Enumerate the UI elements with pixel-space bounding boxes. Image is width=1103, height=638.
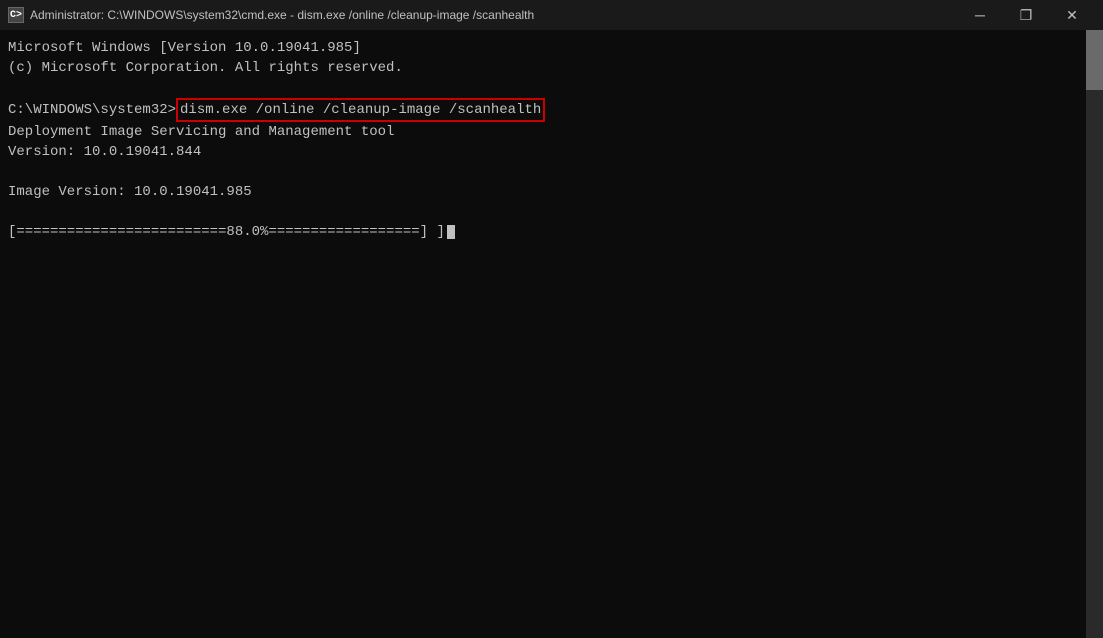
title-bar: C> Administrator: C:\WINDOWS\system32\cm… [0, 0, 1103, 30]
scrollbar[interactable] [1086, 30, 1103, 638]
progress-text: [=========================88.0%=========… [8, 222, 436, 242]
image-version-line: Image Version: 10.0.19041.985 [8, 182, 1079, 202]
copyright-line: (c) Microsoft Corporation. All rights re… [8, 58, 1079, 78]
empty-line-2 [8, 162, 1079, 182]
console-content: Microsoft Windows [Version 10.0.19041.98… [4, 34, 1099, 246]
minimize-button[interactable]: ─ [957, 0, 1003, 30]
progress-line: [=========================88.0%=========… [8, 222, 1079, 242]
empty-line-3 [8, 202, 1079, 222]
command-line: C:\WINDOWS\system32>dism.exe /online /cl… [8, 98, 1079, 122]
version-line: Version: 10.0.19041.844 [8, 142, 1079, 162]
cmd-window: C> Administrator: C:\WINDOWS\system32\cm… [0, 0, 1103, 638]
window-title: Administrator: C:\WINDOWS\system32\cmd.e… [30, 8, 957, 22]
scrollbar-thumb[interactable] [1086, 30, 1103, 90]
console-area[interactable]: Microsoft Windows [Version 10.0.19041.98… [0, 30, 1103, 638]
prompt-text: C:\WINDOWS\system32> [8, 100, 176, 120]
progress-bracket: ] [436, 222, 444, 242]
command-text: dism.exe /online /cleanup-image /scanhea… [176, 98, 545, 122]
empty-line-1 [8, 78, 1079, 98]
cursor [447, 225, 455, 239]
deployment-tool-line: Deployment Image Servicing and Managemen… [8, 122, 1079, 142]
restore-button[interactable]: ❐ [1003, 0, 1049, 30]
windows-version-line: Microsoft Windows [Version 10.0.19041.98… [8, 38, 1079, 58]
close-button[interactable]: ✕ [1049, 0, 1095, 30]
window-controls: ─ ❐ ✕ [957, 0, 1095, 30]
window-icon: C> [8, 7, 24, 23]
